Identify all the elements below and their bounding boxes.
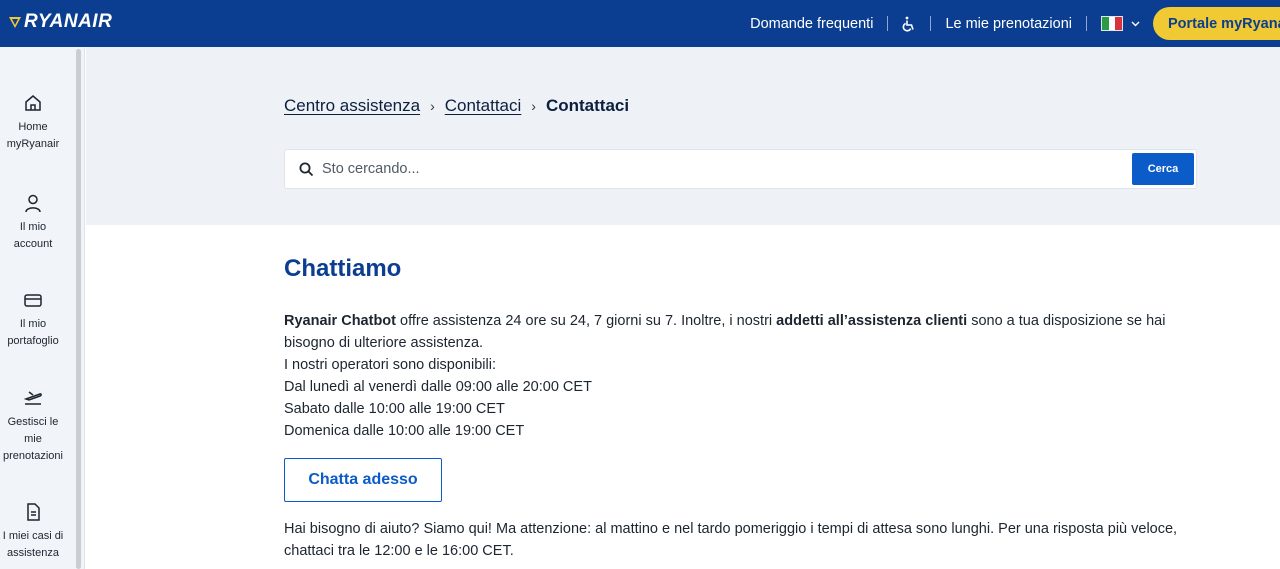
- sidebar-item-label: Home: [18, 121, 48, 133]
- chat-intro-paragraph: Ryanair Chatbot offre assistenza 24 ore …: [284, 310, 1204, 354]
- breadcrumb-current: Contattaci: [545, 96, 630, 115]
- hours-sunday: Domenica dalle 10:00 alle 19:00 CET: [284, 423, 525, 439]
- user-icon: [25, 194, 41, 213]
- breadcrumb-chevron-icon: ›: [531, 98, 536, 114]
- breadcrumb-link-help-center[interactable]: Centro assistenza: [284, 96, 420, 116]
- search-icon: [299, 162, 314, 177]
- italy-flag-icon[interactable]: [1101, 16, 1123, 31]
- document-icon: [27, 503, 40, 521]
- nav-divider: [930, 16, 932, 31]
- sidebar-item-label: assistenza: [7, 547, 59, 559]
- home-icon: [25, 95, 41, 111]
- chevron-down-icon[interactable]: [1131, 21, 1140, 27]
- customer-agents-text: addetti all’assistenza clienti: [776, 313, 968, 329]
- nav-divider: [887, 16, 889, 31]
- ryanair-logo[interactable]: RYANAIR: [8, 11, 112, 33]
- harp-logo-icon: [9, 17, 21, 28]
- breadcrumb: Centro assistenza › Contattaci › Contatt…: [284, 96, 629, 116]
- help-center-header: [86, 47, 1280, 225]
- my-bookings-link[interactable]: Le mie prenotazioni: [945, 16, 1072, 32]
- sidebar-item-label: prenotazioni: [3, 450, 63, 462]
- search-input[interactable]: [322, 161, 1102, 177]
- faq-link[interactable]: Domande frequenti: [750, 16, 873, 32]
- sidebar-item-account[interactable]: Il mio account: [0, 193, 66, 253]
- chatbot-name: Ryanair Chatbot: [284, 313, 396, 329]
- wheelchair-icon[interactable]: [902, 16, 916, 32]
- sidebar-item-label: portafoglio: [7, 335, 59, 347]
- top-navigation-bar: RYANAIR Domande frequenti Le mie prenota…: [0, 0, 1280, 47]
- breadcrumb-chevron-icon: ›: [430, 98, 435, 114]
- sidebar-item-label: myRyanair: [6, 138, 60, 150]
- hours-weekdays: Dal lunedì al venerdì dalle 09:00 alle 2…: [284, 379, 592, 395]
- left-sidebar: Home myRyanair Il mio account Il mio portaf…: [0, 47, 85, 569]
- intro-text: offre assistenza 24 ore su 24, 7 giorni …: [396, 313, 777, 329]
- sidebar-item-label: mie: [24, 433, 42, 445]
- brand-name: RYANAIR: [24, 11, 113, 32]
- sidebar-item-label: I miei casi di: [2, 530, 64, 542]
- myryanair-portal-button[interactable]: Portale myRyanair: [1153, 7, 1280, 40]
- breadcrumb-link-contact[interactable]: Contattaci: [445, 96, 522, 116]
- sidebar-item-manage-bookings[interactable]: Gestisci le mie prenotazioni: [0, 388, 66, 465]
- chat-section: Chattiamo Ryanair Chatbot offre assisten…: [284, 255, 1204, 562]
- hours-intro: I nostri operatori sono disponibili:: [284, 357, 496, 373]
- sidebar-item-label: Gestisci le: [7, 416, 59, 428]
- help-wait-time-text: Hai bisogno di aiuto? Siamo qui! Ma atte…: [284, 521, 1178, 559]
- sidebar-item-support-cases[interactable]: I miei casi di assistenza: [0, 502, 66, 562]
- nav-divider: [1086, 16, 1087, 31]
- sidebar-scrollbar[interactable]: [76, 49, 81, 569]
- sidebar-item-label: Il mio: [19, 221, 47, 233]
- sidebar-item-wallet[interactable]: Il mio portafoglio: [0, 290, 66, 350]
- section-title: Chattiamo: [284, 255, 402, 282]
- plane-departure-icon: [23, 391, 42, 405]
- chat-now-button[interactable]: Chatta adesso: [284, 458, 442, 502]
- sidebar-item-label: Il mio: [19, 318, 47, 330]
- sidebar-item-label: account: [13, 238, 53, 250]
- hours-saturday: Sabato dalle 10:00 alle 19:00 CET: [284, 401, 505, 417]
- search-button[interactable]: Cerca: [1132, 153, 1194, 185]
- wallet-icon: [24, 294, 42, 307]
- search-bar: Cerca: [284, 149, 1197, 189]
- sidebar-item-home[interactable]: Home myRyanair: [0, 93, 66, 153]
